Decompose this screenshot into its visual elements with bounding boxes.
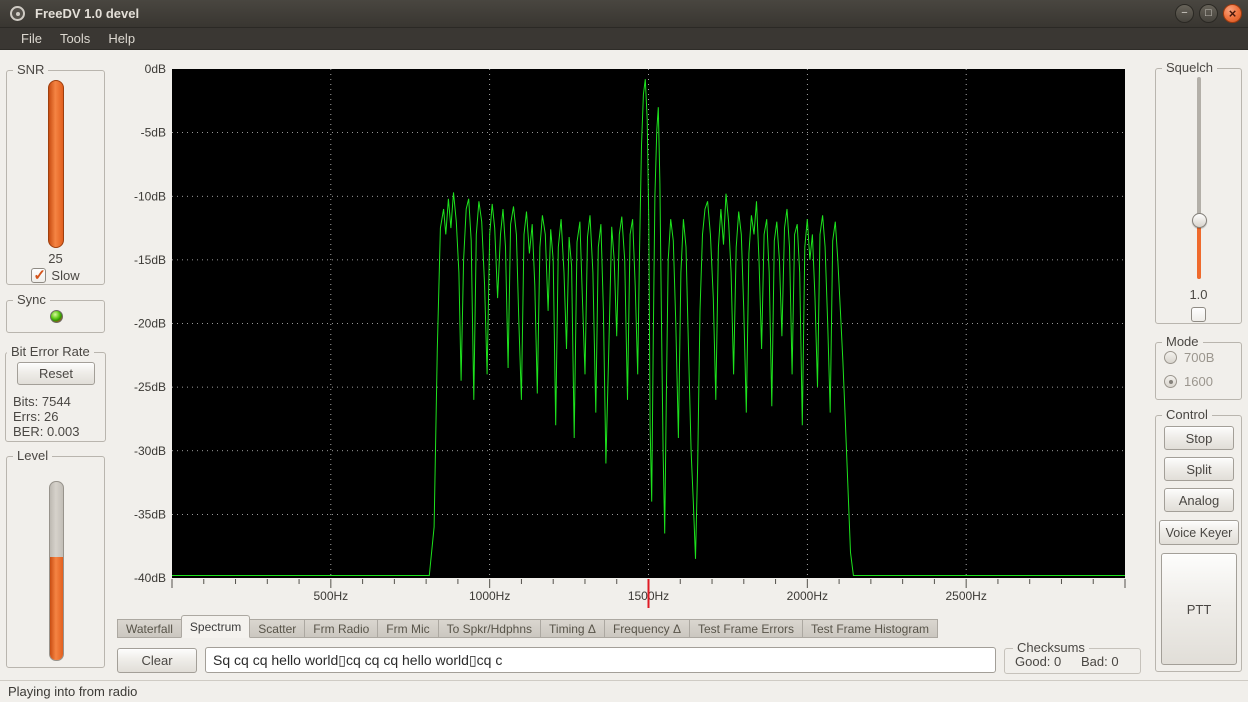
ber-bits: Bits: 7544 (13, 394, 80, 409)
reset-button[interactable]: Reset (17, 362, 95, 385)
squelch-enable-checkbox[interactable] (1191, 307, 1206, 322)
checksums-group-label: Checksums (1013, 640, 1089, 655)
tab-to-spkr-hdphns[interactable]: To Spkr/Hdphns (438, 619, 541, 638)
control-group-label: Control (1162, 407, 1212, 422)
svg-text:-35dB: -35dB (134, 507, 166, 521)
view-tabs: Waterfall Spectrum Scatter Frm Radio Frm… (117, 615, 937, 638)
statusbar: Playing into from radio (0, 680, 1248, 702)
ber-group: Bit Error Rate Reset Bits: 7544 Errs: 26… (5, 352, 106, 442)
radio-mode-1600[interactable] (1164, 375, 1177, 388)
stop-button[interactable]: Stop (1164, 426, 1234, 450)
tab-frm-mic[interactable]: Frm Mic (377, 619, 438, 638)
checksums-good: Good: 0 (1015, 654, 1061, 669)
svg-text:-25dB: -25dB (134, 380, 166, 394)
mode-group: Mode 700B 1600 (1155, 342, 1242, 400)
menu-tools[interactable]: Tools (51, 29, 99, 48)
spectrum-plot[interactable]: 0dB -5dB -10dB -15dB -20dB -25dB -30dB -35dB -40… (117, 52, 1143, 612)
radio-mode-700b-label: 700B (1184, 350, 1214, 365)
svg-text:-10dB: -10dB (134, 189, 166, 203)
slow-checkbox[interactable] (31, 268, 46, 283)
menu-help[interactable]: Help (99, 29, 144, 48)
svg-text:-30dB: -30dB (134, 444, 166, 458)
squelch-slider-fill (1197, 221, 1201, 279)
control-group: Control Stop Split Analog Voice Keyer PT… (1155, 415, 1242, 672)
snr-group: SNR 25 Slow (6, 70, 105, 285)
snr-group-label: SNR (13, 62, 48, 77)
sync-group: Sync (6, 300, 105, 333)
window-title: FreeDV 1.0 devel (35, 6, 139, 21)
app-icon (10, 6, 25, 21)
checksums-group: Checksums Good: 0 Bad: 0 (1004, 648, 1141, 674)
tab-test-frame-histogram[interactable]: Test Frame Histogram (802, 619, 938, 638)
squelch-group-label: Squelch (1162, 60, 1217, 75)
status-text: Playing into from radio (8, 684, 137, 699)
analog-button[interactable]: Analog (1164, 488, 1234, 512)
level-gauge (49, 481, 64, 661)
svg-text:-15dB: -15dB (134, 253, 166, 267)
message-text-input[interactable] (205, 647, 996, 673)
ber-group-label: Bit Error Rate (7, 344, 94, 359)
svg-text:1000Hz: 1000Hz (469, 589, 510, 603)
voice-keyer-button[interactable]: Voice Keyer (1159, 520, 1239, 545)
ber-value: BER: 0.003 (13, 424, 80, 439)
close-button[interactable]: × (1223, 4, 1242, 23)
squelch-slider-handle[interactable] (1192, 213, 1207, 228)
tab-scatter[interactable]: Scatter (249, 619, 305, 638)
svg-text:500Hz: 500Hz (313, 589, 348, 603)
snr-gauge (48, 80, 64, 248)
level-group: Level (6, 456, 105, 668)
tab-frequency-delta[interactable]: Frequency Δ (604, 619, 690, 638)
level-group-label: Level (13, 448, 52, 463)
minimize-button[interactable]: − (1175, 4, 1194, 23)
ber-errs: Errs: 26 (13, 409, 80, 424)
tab-frm-radio[interactable]: Frm Radio (304, 619, 378, 638)
sync-led-icon (50, 310, 63, 323)
split-button[interactable]: Split (1164, 457, 1234, 481)
checksums-bad: Bad: 0 (1081, 654, 1119, 669)
svg-text:-5dB: -5dB (141, 126, 166, 140)
svg-text:-40dB: -40dB (134, 571, 166, 585)
tab-timing-delta[interactable]: Timing Δ (540, 619, 605, 638)
mode-group-label: Mode (1162, 334, 1203, 349)
svg-text:-20dB: -20dB (134, 317, 166, 331)
sync-group-label: Sync (13, 292, 50, 307)
menu-file[interactable]: File (12, 29, 51, 48)
slow-checkbox-label: Slow (51, 268, 79, 283)
window-controls: − □ × (1175, 4, 1242, 23)
level-gauge-fill (50, 557, 63, 660)
squelch-value: 1.0 (1156, 287, 1241, 302)
tab-test-frame-errors[interactable]: Test Frame Errors (689, 619, 803, 638)
titlebar: FreeDV 1.0 devel − □ × (0, 0, 1248, 28)
squelch-group: Squelch 1.0 (1155, 68, 1242, 324)
tab-waterfall[interactable]: Waterfall (117, 619, 182, 638)
radio-mode-700b[interactable] (1164, 351, 1177, 364)
svg-text:2000Hz: 2000Hz (787, 589, 828, 603)
ptt-button[interactable]: PTT (1161, 553, 1237, 665)
maximize-button[interactable]: □ (1199, 4, 1218, 23)
tab-spectrum[interactable]: Spectrum (181, 615, 250, 638)
menubar: File Tools Help (0, 28, 1248, 50)
svg-text:0dB: 0dB (145, 62, 166, 76)
clear-button[interactable]: Clear (117, 648, 197, 673)
radio-mode-1600-label: 1600 (1184, 374, 1213, 389)
svg-text:2500Hz: 2500Hz (945, 589, 986, 603)
snr-value: 25 (7, 251, 104, 266)
